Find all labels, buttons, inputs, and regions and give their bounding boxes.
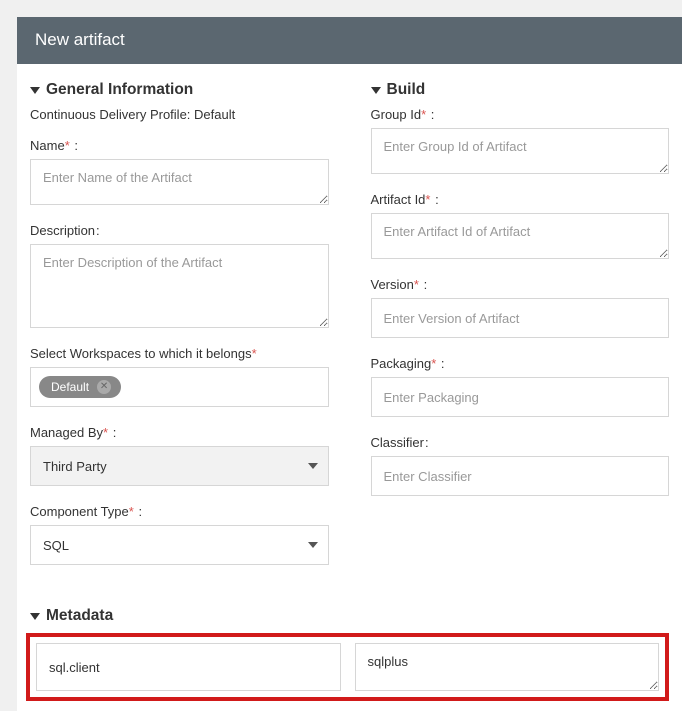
chevron-down-icon <box>308 463 318 469</box>
required-asterisk: * <box>252 346 257 361</box>
required-asterisk: * <box>129 504 134 519</box>
title-bar: New artifact <box>17 17 682 64</box>
metadata-row-highlight: sqlplus <box>26 633 669 701</box>
required-asterisk: * <box>425 192 430 207</box>
workspace-input[interactable]: Default ✕ <box>30 367 329 407</box>
workspace-chip-label: Default <box>51 380 89 394</box>
page-wrap: New artifact General Information Continu… <box>0 0 682 711</box>
component-type-field-group: Component Type* : SQL <box>30 504 329 565</box>
description-field-group: Description: <box>30 223 329 328</box>
classifier-label: Classifier: <box>371 435 670 450</box>
component-type-value: SQL <box>43 538 69 553</box>
required-asterisk: * <box>421 107 426 122</box>
group-id-field-group: Group Id* : <box>371 107 670 174</box>
packaging-field-group: Packaging* : <box>371 356 670 417</box>
component-type-select[interactable]: SQL <box>30 525 329 565</box>
main-content: General Information Continuous Delivery … <box>17 64 682 589</box>
required-asterisk: * <box>414 277 419 292</box>
description-input[interactable] <box>30 244 329 328</box>
build-title: Build <box>387 81 426 99</box>
general-header[interactable]: General Information <box>30 81 329 99</box>
caret-down-icon <box>30 87 40 94</box>
name-label: Name* : <box>30 138 329 153</box>
general-title: General Information <box>46 81 193 99</box>
component-type-label: Component Type* : <box>30 504 329 519</box>
metadata-header[interactable]: Metadata <box>30 607 669 625</box>
managed-by-label: Managed By* : <box>30 425 329 440</box>
version-input[interactable] <box>371 298 670 338</box>
packaging-label: Packaging* : <box>371 356 670 371</box>
classifier-field-group: Classifier: <box>371 435 670 496</box>
managed-by-field-group: Managed By* : Third Party <box>30 425 329 486</box>
name-input[interactable] <box>30 159 329 205</box>
artifact-id-label: Artifact Id* : <box>371 192 670 207</box>
caret-down-icon <box>30 613 40 620</box>
build-section: Build Group Id* : Artifact Id* : Version… <box>371 81 670 569</box>
version-label: Version* : <box>371 277 670 292</box>
caret-down-icon <box>371 87 381 94</box>
version-field-group: Version* : <box>371 277 670 338</box>
workspace-label: Select Workspaces to which it belongs* <box>30 346 329 361</box>
workspace-chip-default[interactable]: Default ✕ <box>39 376 121 398</box>
required-asterisk: * <box>431 356 436 371</box>
required-asterisk: * <box>65 138 70 153</box>
title-text: New artifact <box>35 30 125 49</box>
artifact-id-field-group: Artifact Id* : <box>371 192 670 259</box>
profile-line: Continuous Delivery Profile: Default <box>30 107 329 122</box>
description-label: Description: <box>30 223 329 238</box>
general-information-section: General Information Continuous Delivery … <box>30 81 329 569</box>
metadata-key-input[interactable] <box>36 643 341 691</box>
metadata-value-input[interactable]: sqlplus <box>355 643 660 691</box>
managed-by-select[interactable]: Third Party <box>30 446 329 486</box>
group-id-input[interactable] <box>371 128 670 174</box>
build-header[interactable]: Build <box>371 81 670 99</box>
name-field-group: Name* : <box>30 138 329 205</box>
managed-by-value: Third Party <box>43 459 107 474</box>
chip-remove-icon[interactable]: ✕ <box>97 380 111 394</box>
group-id-label: Group Id* : <box>371 107 670 122</box>
metadata-section: Metadata sqlplus <box>17 589 682 711</box>
packaging-input[interactable] <box>371 377 670 417</box>
required-asterisk: * <box>103 425 108 440</box>
workspace-field-group: Select Workspaces to which it belongs* D… <box>30 346 329 407</box>
artifact-id-input[interactable] <box>371 213 670 259</box>
chevron-down-icon <box>308 542 318 548</box>
metadata-title: Metadata <box>46 607 113 625</box>
classifier-input[interactable] <box>371 456 670 496</box>
